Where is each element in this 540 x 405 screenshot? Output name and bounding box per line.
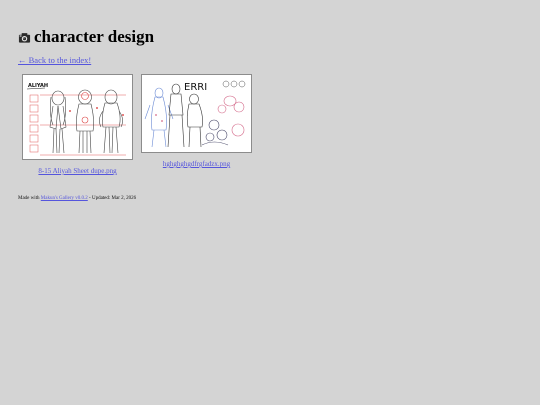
back-to-index-link[interactable]: ← Back to the index! [18,55,91,65]
page-footer: Made with Makun's Gallery v0.0.2 - Updat… [18,196,136,201]
gallery-grid: ALIYAH 8-15 Aliyah Sheet dupe.png ERRI h… [18,74,518,199]
page-header: character design [18,26,518,48]
gallery-item-filename[interactable]: hghghghgdfrgfadzx.png [163,160,230,168]
page-title: character design [34,27,155,46]
gallery-item-filename[interactable]: 8-15 Aliyah Sheet dupe.png [38,167,116,175]
footer-made-with: Made with [18,196,40,201]
generator-link[interactable]: Makun's Gallery v0.0.2 [41,196,88,201]
camera-icon [18,33,31,43]
gallery-thumbnail[interactable]: ALIYAH [22,74,133,160]
gallery-item: ALIYAH 8-15 Aliyah Sheet dupe.png [22,74,133,178]
character-sheet-image: ALIYAH [23,75,132,159]
gallery-thumbnail[interactable]: ERRI [141,74,252,153]
footer-updated: - Updated: Mar 2, 2026 [87,196,137,201]
svg-text:ERRI: ERRI [184,82,207,93]
gallery-item: ERRI hghghghgdfrgfadzx.png [141,74,252,171]
character-sheet-image: ERRI [142,75,251,152]
page-content: character design ← Back to the index! AL… [18,26,518,201]
